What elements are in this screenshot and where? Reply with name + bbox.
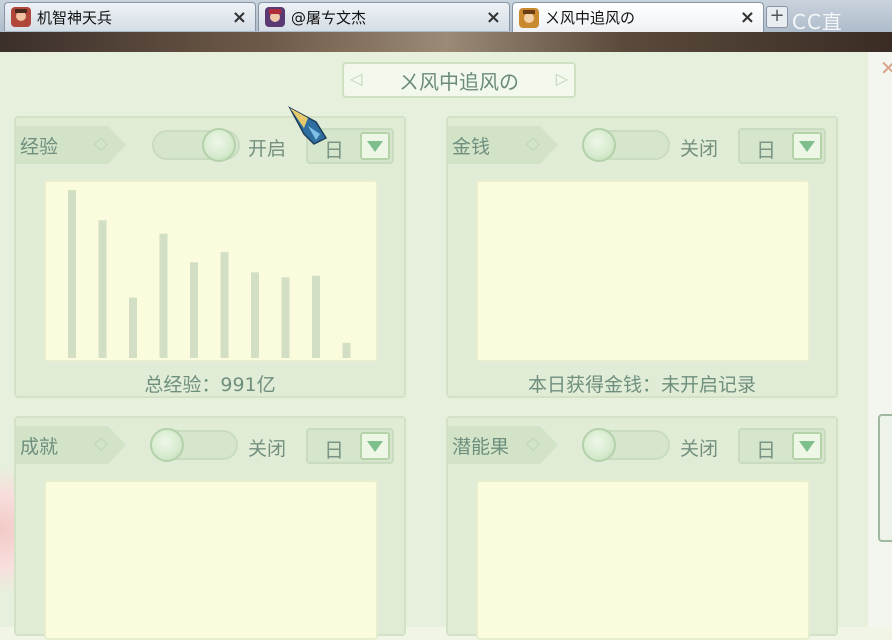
swirl-right-icon: ▷ <box>555 69 568 88</box>
tab-title: 机智神天兵 <box>37 8 113 27</box>
toggle-knob[interactable] <box>150 428 184 462</box>
money-toggle[interactable] <box>582 128 670 162</box>
card-label: 经验 ◇ <box>16 126 126 164</box>
potential-fruit-toggle[interactable] <box>582 428 670 462</box>
swirl-left-icon: ◁ <box>350 69 363 88</box>
period-dropdown[interactable]: 日 <box>738 128 826 164</box>
period-value: 日 <box>324 438 344 462</box>
chart-bar <box>312 275 320 358</box>
achievement-toggle[interactable] <box>150 428 238 462</box>
potential-fruit-chart <box>476 480 810 640</box>
period-value: 日 <box>756 438 776 462</box>
chart-bar <box>342 342 351 358</box>
avatar-icon <box>265 7 285 27</box>
period-dropdown[interactable]: 日 <box>306 428 394 464</box>
panel-title-box: ◁ ㄨ风中追风の ▷ <box>342 62 576 98</box>
total-experience-text: 总经验：991亿 <box>144 374 276 396</box>
chart-bar <box>281 277 290 358</box>
tab-title: ㄨ风中追风の <box>545 9 636 27</box>
card-label-text: 金钱 <box>452 135 491 158</box>
experience-toggle[interactable] <box>152 128 240 162</box>
chart-bar <box>159 233 168 358</box>
card-money: 金钱 ◇ 关闭 日 本日获得金钱：未开启记录 <box>446 116 838 398</box>
flower-decoration-icon: ✕ <box>880 56 892 80</box>
daily-money-text: 本日获得金钱：未开启记录 <box>527 374 756 396</box>
card-label: 潜能果 ◇ <box>448 426 558 464</box>
chart-bar <box>220 252 229 358</box>
swirl-icon: ◇ <box>526 133 540 154</box>
toggle-state-label: 关闭 <box>680 138 719 160</box>
swirl-icon: ◇ <box>94 133 108 154</box>
cursor-icon <box>288 106 328 145</box>
tab-3-active[interactable]: ㄨ风中追风の × <box>512 2 764 32</box>
toggle-knob[interactable] <box>582 428 616 462</box>
bar-chart <box>68 190 351 358</box>
card-achievement: 成就 ◇ 关闭 日 <box>14 416 406 640</box>
watermark-logo: CC直 <box>792 10 843 34</box>
card-experience: 经验 ◇ 开启 日 总经验：991亿 <box>14 116 406 398</box>
card-label: 金钱 ◇ <box>448 126 558 164</box>
toggle-knob[interactable] <box>202 128 236 162</box>
tab-2[interactable]: @屠ㄘ文杰 × <box>258 2 510 31</box>
chevron-down-icon[interactable] <box>360 132 390 160</box>
avatar-icon <box>519 7 539 28</box>
avatar-icon <box>11 7 31 27</box>
side-panel-edge <box>878 414 892 542</box>
period-value: 日 <box>756 138 776 162</box>
chart-bar <box>251 272 259 358</box>
card-label-text: 经验 <box>20 135 59 158</box>
close-icon[interactable]: × <box>232 7 247 28</box>
chart-bar <box>190 262 198 358</box>
chevron-down-icon[interactable] <box>792 132 822 160</box>
chart-bar <box>68 190 76 358</box>
toggle-knob[interactable] <box>582 128 616 162</box>
flower-decoration <box>0 470 14 620</box>
card-label-text: 成就 <box>20 435 59 458</box>
achievement-chart <box>44 480 378 640</box>
tab-title: @屠ㄘ文杰 <box>291 8 367 27</box>
card-label: 成就 ◇ <box>16 426 126 464</box>
new-tab-button[interactable]: + <box>766 6 788 28</box>
period-dropdown[interactable]: 日 <box>738 428 826 464</box>
chevron-down-icon[interactable] <box>360 432 390 460</box>
swirl-icon: ◇ <box>526 433 540 454</box>
experience-chart <box>44 180 378 362</box>
money-chart <box>476 180 810 362</box>
chevron-down-icon[interactable] <box>792 432 822 460</box>
card-potential-fruit: 潜能果 ◇ 关闭 日 <box>446 416 838 640</box>
close-icon[interactable]: × <box>486 7 501 28</box>
browser-tab-bar: 机智神天兵 × @屠ㄘ文杰 × ㄨ风中追风の × + CC直 <box>0 0 892 34</box>
tab-1[interactable]: 机智神天兵 × <box>4 2 256 31</box>
panel-title: ㄨ风中追风の <box>399 69 519 94</box>
toggle-state-label: 关闭 <box>248 438 287 460</box>
game-header-strip <box>0 32 892 52</box>
chart-bar <box>98 220 107 358</box>
swirl-icon: ◇ <box>94 433 108 454</box>
toggle-state-label: 关闭 <box>680 438 719 460</box>
close-icon[interactable]: × <box>740 7 755 28</box>
toggle-state-label: 开启 <box>248 138 287 160</box>
card-label-text: 潜能果 <box>452 435 510 458</box>
chart-bar <box>129 297 137 358</box>
